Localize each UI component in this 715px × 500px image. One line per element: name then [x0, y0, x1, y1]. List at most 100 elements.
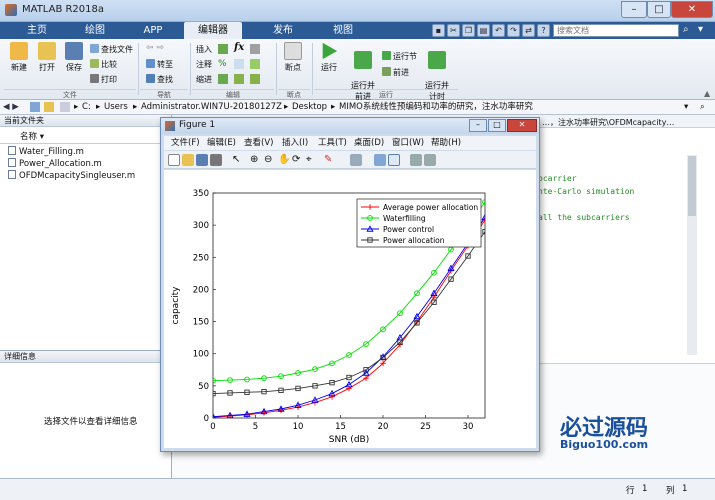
- menu-desktop[interactable]: 桌面(D): [354, 137, 384, 149]
- insert-legend-icon[interactable]: [388, 154, 400, 166]
- edit-plot-icon[interactable]: ↖: [232, 154, 244, 166]
- indent-button[interactable]: 缩进: [196, 74, 212, 86]
- run-section-button[interactable]: 运行节: [382, 51, 417, 63]
- new-figure-icon[interactable]: [168, 154, 180, 166]
- matlab-logo-icon: [5, 4, 17, 16]
- collapse-ribbon-icon[interactable]: ▲: [704, 89, 710, 98]
- insert-colorbar-icon[interactable]: [374, 154, 386, 166]
- fx-function-button[interactable]: fx: [234, 42, 244, 53]
- menu-insert[interactable]: 插入(I): [282, 137, 308, 149]
- figure-canvas[interactable]: 0 5 10 15 20 25 30 0 50 100 150 200 250 300 350 SNR (dB…: [164, 170, 536, 448]
- menu-tools[interactable]: 工具(T): [318, 137, 347, 149]
- minimize-button[interactable]: –: [621, 1, 647, 18]
- file-item-power-allocation[interactable]: Power_Allocation.m: [8, 158, 102, 169]
- back-forward-icon[interactable]: ⇦ ⇨: [146, 43, 164, 53]
- increase-indent-icon[interactable]: [234, 74, 244, 84]
- compare-button[interactable]: 比较: [90, 59, 117, 71]
- pan-icon[interactable]: ✋: [278, 154, 290, 166]
- legend-entry: Average power allocation: [383, 203, 478, 212]
- back-arrow-icon[interactable]: ◀ ▶: [3, 101, 19, 114]
- path-item-drive[interactable]: C:: [82, 101, 91, 114]
- insert-menu-icon[interactable]: [250, 44, 260, 54]
- hide-plot-tools-icon[interactable]: [410, 154, 422, 166]
- menu-edit[interactable]: 编辑(E): [207, 137, 236, 149]
- insert-button[interactable]: 插入: [196, 44, 212, 56]
- insert-section-icon[interactable]: [218, 44, 228, 54]
- menu-window[interactable]: 窗口(W): [392, 137, 424, 149]
- tab-publish[interactable]: 发布: [254, 22, 312, 39]
- save-button[interactable]: 保存: [61, 42, 87, 73]
- menu-help[interactable]: 帮助(H): [431, 137, 461, 149]
- file-item-ofdm-capacity[interactable]: OFDMcapacitySingleuser.m: [8, 170, 135, 181]
- figure-close-button[interactable]: ✕: [507, 119, 537, 132]
- capacity-plot[interactable]: 0 5 10 15 20 25 30050100150200250300350SNR (dB…: [164, 170, 536, 448]
- save-figure-icon[interactable]: [196, 154, 208, 166]
- row-label: 行: [626, 486, 635, 496]
- quick-cut-icon[interactable]: ✂: [447, 24, 460, 37]
- editor-scrollbar[interactable]: [687, 155, 697, 355]
- up-folder-icon[interactable]: [30, 102, 40, 112]
- search-documentation-input[interactable]: [553, 24, 679, 37]
- tab-home[interactable]: 主页: [8, 22, 66, 39]
- name-column-header[interactable]: 名称 ▾: [20, 130, 44, 142]
- figure-window[interactable]: Figure 1 – □ ✕ 文件(F) 编辑(E) 查看(V) 插入(I) 工…: [160, 117, 540, 452]
- figure-minimize-button[interactable]: –: [469, 119, 487, 132]
- new-button[interactable]: 新建: [6, 42, 32, 73]
- print-button[interactable]: 打印: [90, 74, 117, 86]
- brush-icon[interactable]: ✎: [324, 154, 336, 166]
- quick-save-icon[interactable]: ▪: [432, 24, 445, 37]
- ribbon-menu-icon[interactable]: ▾: [698, 24, 710, 37]
- print-figure-icon[interactable]: [210, 154, 222, 166]
- run-button[interactable]: 运行: [316, 42, 342, 73]
- tab-apps[interactable]: APP: [124, 22, 182, 39]
- file-item-water-filling[interactable]: Water_Filling.m: [8, 146, 84, 157]
- comment-button[interactable]: 注释: [196, 59, 212, 71]
- group-label-edit: 编辑: [192, 89, 274, 99]
- quick-copy-icon[interactable]: ❐: [462, 24, 475, 37]
- quick-switch-icon[interactable]: ⇄: [522, 24, 535, 37]
- m-file-icon: [8, 158, 16, 167]
- tab-editor[interactable]: 编辑器: [184, 22, 242, 39]
- rotate-3d-icon[interactable]: ⟳: [292, 154, 304, 166]
- path-item-user[interactable]: Administrator.WIN7U-20180127Z: [141, 101, 282, 114]
- show-plot-tools-icon[interactable]: [424, 154, 436, 166]
- find-files-button[interactable]: 查找文件: [90, 44, 133, 56]
- editor-tab-path[interactable]: …，注水功率研究\OFDMcapacity…: [542, 117, 674, 128]
- figure-menu-bar: 文件(F) 编辑(E) 查看(V) 插入(I) 工具(T) 桌面(D) 窗口(W…: [164, 136, 536, 150]
- percent-comment-icon[interactable]: %: [218, 59, 227, 69]
- quick-paste-icon[interactable]: ▤: [477, 24, 490, 37]
- x-tick-label: 20: [378, 422, 389, 432]
- zoom-out-icon[interactable]: ⊖: [264, 154, 276, 166]
- close-button[interactable]: ✕: [671, 1, 713, 18]
- data-cursor-icon[interactable]: ⌖: [306, 154, 318, 166]
- path-item-users[interactable]: Users: [104, 101, 128, 114]
- menu-view[interactable]: 查看(V): [244, 137, 273, 149]
- path-item-desktop[interactable]: Desktop: [292, 101, 327, 114]
- link-plot-icon[interactable]: [350, 154, 362, 166]
- path-item-project[interactable]: MIMO系统线性预编码和功率的研究，注水功率研究: [339, 101, 533, 114]
- decrease-indent-icon[interactable]: [250, 74, 260, 84]
- quick-help-icon[interactable]: ?: [537, 24, 550, 37]
- wrap-comment-icon[interactable]: [250, 59, 260, 69]
- tab-plots[interactable]: 绘图: [66, 22, 124, 39]
- advance-button[interactable]: 前进: [382, 67, 409, 79]
- menu-file[interactable]: 文件(F): [171, 137, 200, 149]
- open-button[interactable]: 打开: [34, 42, 60, 73]
- path-separator-icon: ▸: [133, 102, 138, 112]
- maximize-button[interactable]: □: [647, 1, 671, 18]
- zoom-in-icon[interactable]: ⊕: [250, 154, 262, 166]
- path-dropdown-icon[interactable]: ▾: [684, 101, 688, 114]
- smart-indent-icon[interactable]: [218, 74, 228, 84]
- comment-block-icon[interactable]: [234, 59, 244, 69]
- tab-view[interactable]: 视图: [314, 22, 372, 39]
- quick-redo-icon[interactable]: ↷: [507, 24, 520, 37]
- path-search-icon[interactable]: ⌕: [700, 101, 705, 114]
- browse-folder-icon[interactable]: [44, 102, 54, 112]
- find-button[interactable]: 查找: [146, 74, 173, 86]
- figure-maximize-button[interactable]: □: [488, 119, 506, 132]
- quick-undo-icon[interactable]: ↶: [492, 24, 505, 37]
- search-icon[interactable]: ⌕: [683, 24, 695, 37]
- breakpoints-button[interactable]: 断点: [280, 42, 306, 73]
- open-file-icon[interactable]: [182, 154, 194, 166]
- goto-button[interactable]: 转至: [146, 59, 173, 71]
